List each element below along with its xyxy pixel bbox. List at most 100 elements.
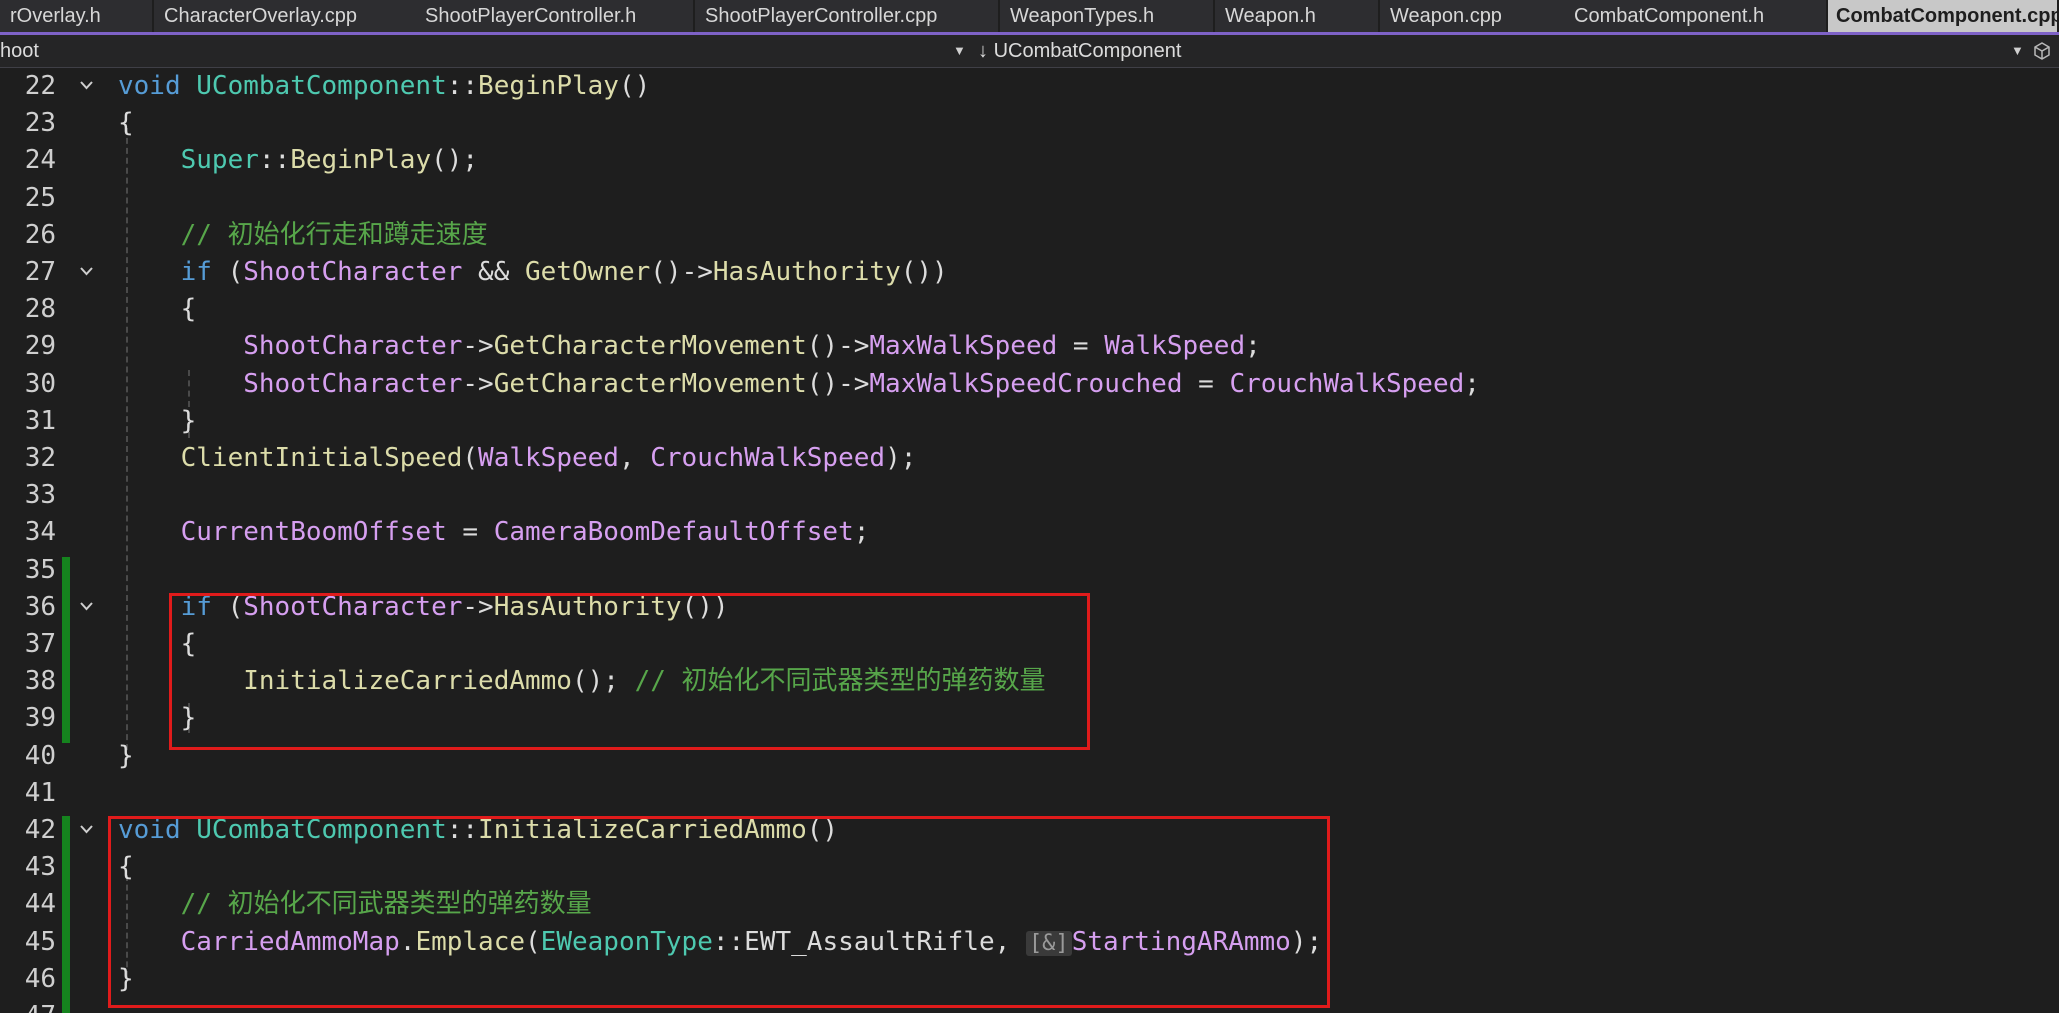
code-text: ShootCharacter->GetCharacterMovement()->… (118, 328, 1261, 365)
code-token: BeginPlay (478, 71, 619, 101)
tab-weapon-cpp[interactable]: Weapon.cpp (1380, 0, 1570, 32)
line-number: 36 (24, 591, 56, 622)
code-line[interactable]: 47 (0, 998, 2059, 1013)
code-token: ShootCharacter (243, 368, 463, 399)
code-token: // 初始化行走和蹲走速度 (180, 219, 488, 250)
line-number: 37 (24, 629, 56, 659)
code-line[interactable]: 40} (0, 738, 2059, 775)
code-line[interactable]: 34 CurrentBoomOffset = CameraBoomDefault… (0, 514, 2059, 551)
line-number: 30 (24, 368, 56, 399)
code-token: ()) (681, 591, 729, 622)
code-text: } (118, 961, 134, 998)
tab-weapon-h[interactable]: Weapon.h (1215, 0, 1380, 32)
code-token: HasAuthority (493, 591, 682, 622)
code-line[interactable]: 28 { (0, 291, 2059, 328)
line-number: 38 (24, 666, 56, 697)
code-text: CarriedAmmoMap.Emplace(EWeaponType::EWT_… (118, 924, 1323, 962)
code-line[interactable]: 38 InitializeCarriedAmmo(); // 初始化不同武器类型… (0, 663, 2059, 700)
tab-shootplayercontroller-cpp[interactable]: ShootPlayerController.cpp (695, 0, 1000, 32)
code-line[interactable]: 26 // 初始化行走和蹲走速度 (0, 217, 2059, 254)
chevron-down-icon[interactable]: ▼ (2011, 35, 2024, 67)
code-line[interactable]: 41 (0, 775, 2059, 812)
tab-label: Weapon.h (1225, 5, 1316, 27)
tab-shootplayercontroller-h[interactable]: ShootPlayerController.h (415, 0, 695, 32)
code-token: . (399, 926, 416, 957)
code-token: GetOwner (525, 257, 651, 287)
code-line[interactable]: 46} (0, 961, 2059, 998)
line-number: 29 (24, 331, 56, 362)
code-token: :: (446, 71, 479, 101)
code-line[interactable]: 25 (0, 180, 2059, 217)
code-token: } (118, 963, 134, 994)
tab-combatcomponent-h[interactable]: CombatComponent.h (1564, 0, 1828, 32)
code-token: UCombatComponent (196, 71, 447, 101)
code-text: { (118, 626, 197, 663)
code-token: CurrentBoomOffset (180, 517, 447, 548)
code-token: if (180, 257, 212, 287)
down-arrow-scope-icon: ↓ (978, 40, 988, 62)
code-line[interactable]: 30 ShootCharacter->GetCharacterMovement(… (0, 366, 2059, 403)
scope-dropdown[interactable]: ↓ UCombatComponent (978, 35, 2018, 67)
code-token: :: (446, 815, 479, 845)
code-line[interactable]: 24 Super::BeginPlay(); (0, 142, 2059, 179)
line-number: 22 (24, 71, 56, 101)
fold-chevron-icon[interactable] (79, 264, 94, 279)
code-line[interactable]: 36 if (ShootCharacter->HasAuthority()) (0, 589, 2059, 626)
tab-characteroverlay-cpp[interactable]: CharacterOverlay.cpp (154, 0, 423, 32)
code-text: void UCombatComponent::BeginPlay() (118, 68, 650, 105)
code-line[interactable]: 33 (0, 477, 2059, 514)
code-token: ( (525, 926, 541, 957)
project-dropdown[interactable]: hoot (0, 35, 968, 67)
fold-chevron-icon[interactable] (79, 599, 94, 614)
code-line[interactable]: 42 void UCombatComponent::InitializeCarri… (0, 812, 2059, 849)
code-line[interactable]: 29 ShootCharacter->GetCharacterMovement(… (0, 328, 2059, 365)
code-line[interactable]: 31 } (0, 403, 2059, 440)
code-token: CrouchWalkSpeed (1229, 368, 1465, 399)
line-number: 46 (24, 963, 56, 994)
line-number: 42 (24, 815, 56, 845)
cube-icon[interactable] (2032, 41, 2052, 67)
code-line[interactable]: 39 } (0, 700, 2059, 737)
code-token: BeginPlay (290, 145, 432, 176)
code-text: { (118, 105, 134, 142)
code-text: } (118, 738, 134, 775)
code-token: ()-> (650, 257, 713, 287)
chevron-down-icon[interactable]: ▼ (953, 35, 966, 67)
code-line[interactable]: 43 { (0, 849, 2059, 886)
fold-chevron-icon[interactable] (79, 822, 94, 837)
code-token: (); (431, 145, 479, 176)
tab-combatcomponent-cpp[interactable]: CombatComponent.cpp (1828, 0, 2059, 32)
tab-weapontypes-h[interactable]: WeaponTypes.h (1000, 0, 1215, 32)
code-token: // 初始化不同武器类型的弹药数量 (634, 666, 1046, 697)
code-line[interactable]: 37 { (0, 626, 2059, 663)
code-line[interactable]: 35 (0, 552, 2059, 589)
code-text: if (ShootCharacter->HasAuthority()) (118, 589, 729, 626)
code-token: } (118, 405, 197, 436)
tab-label: Weapon.cpp (1390, 5, 1502, 27)
line-number: 32 (24, 443, 56, 473)
code-editor[interactable]: 22 void UCombatComponent::BeginPlay() 23{2… (0, 68, 2059, 1013)
line-number: 40 (24, 740, 56, 771)
project-dropdown-value: hoot (0, 40, 39, 62)
code-line[interactable]: 44 // 初始化不同武器类型的弹药数量 (0, 886, 2059, 923)
line-number: 27 (24, 257, 56, 287)
code-token: Super (180, 145, 259, 176)
code-line[interactable]: 45 CarriedAmmoMap.Emplace(EWeaponType::E… (0, 924, 2059, 961)
code-line[interactable]: 23 { (0, 105, 2059, 142)
line-number: 39 (24, 703, 56, 734)
code-token: (); (571, 666, 635, 697)
code-line[interactable]: 22 void UCombatComponent::BeginPlay() (0, 68, 2059, 105)
tab-roverlay-h[interactable]: rOverlay.h (0, 0, 154, 32)
code-line[interactable]: 27 if (ShootCharacter && GetOwner()->Has… (0, 254, 2059, 291)
code-text: } (118, 403, 197, 440)
code-token: ShootCharacter (243, 257, 463, 287)
code-line[interactable]: 32 ClientInitialSpeed(WalkSpeed, CrouchW… (0, 440, 2059, 477)
code-token: { (118, 629, 197, 659)
fold-chevron-icon[interactable] (79, 78, 94, 93)
code-token: ; (1464, 368, 1480, 399)
code-text: // 初始化行走和蹲走速度 (118, 217, 488, 254)
